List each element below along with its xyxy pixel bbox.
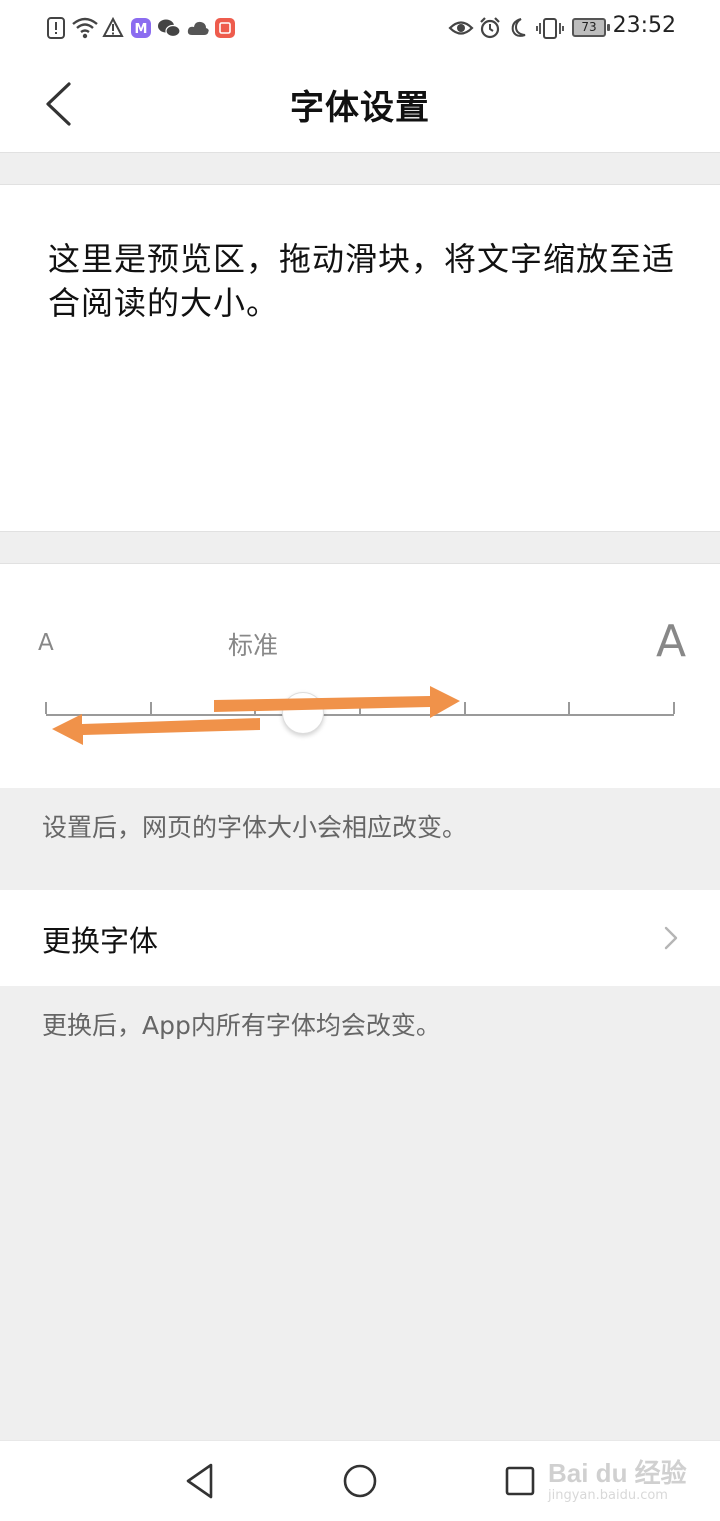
annotation-arrows	[52, 686, 460, 745]
battery-indicator: 73	[572, 18, 610, 37]
vibrate-icon	[536, 18, 564, 39]
slider-track[interactable]	[46, 714, 674, 716]
slider-tick[interactable]	[45, 702, 47, 714]
alarm-icon	[480, 17, 500, 39]
app-red-icon	[215, 18, 235, 38]
slider-tick[interactable]	[254, 702, 257, 714]
warning-icon	[102, 16, 124, 37]
header-bar: 字体设置	[0, 56, 720, 153]
standard-font-label: 标准	[228, 631, 279, 660]
alert-icon	[47, 17, 65, 39]
font-size-slider-panel: A 标准 A	[0, 563, 720, 788]
home-circle-icon[interactable]	[340, 1461, 380, 1501]
arrow-left-annotation	[52, 714, 260, 745]
back-triangle-icon[interactable]	[180, 1461, 220, 1501]
watermark-brand: Bai du 经验	[548, 1458, 687, 1488]
page-title: 字体设置	[290, 88, 430, 128]
slider-tick[interactable]	[568, 702, 571, 714]
moon-icon	[511, 18, 526, 37]
wifi-icon	[72, 17, 98, 39]
status-bar: M 73 23:52	[0, 0, 720, 56]
large-font-label: A	[656, 616, 687, 667]
slider-thumb[interactable]	[282, 692, 325, 734]
webpage-font-hint: 设置后，网页的字体大小会相应改变。	[42, 813, 468, 842]
slider-tick[interactable]	[463, 702, 466, 714]
status-time: 23:52	[612, 13, 676, 38]
recents-square-icon[interactable]	[500, 1461, 540, 1501]
small-font-label: A	[38, 630, 54, 656]
slider-tick[interactable]	[149, 702, 152, 714]
change-font-row[interactable]: 更换字体	[0, 890, 720, 986]
app-font-hint: 更换后，App内所有字体均会改变。	[42, 1011, 441, 1040]
slider-tick[interactable]	[673, 702, 675, 714]
eye-icon	[448, 21, 474, 35]
slider-tick[interactable]	[359, 702, 361, 714]
baidu-watermark: Bai du 经验 jingyan.baidu.com	[548, 1453, 688, 1513]
system-nav-bar: Bai du 经验 jingyan.baidu.com	[0, 1440, 720, 1521]
change-font-label: 更换字体	[42, 924, 159, 958]
svg-text:M: M	[135, 22, 148, 37]
watermark-url: jingyan.baidu.com	[548, 1488, 668, 1503]
cloud-icon	[187, 21, 209, 35]
chevron-right-icon	[664, 926, 678, 950]
preview-text: 这里是预览区，拖动滑块，将文字缩放至适合阅读的大小。	[48, 240, 676, 322]
app-m-icon: M	[131, 18, 151, 38]
wechat-icon	[158, 19, 181, 38]
preview-area: 这里是预览区，拖动滑块，将文字缩放至适合阅读的大小。	[0, 184, 720, 532]
